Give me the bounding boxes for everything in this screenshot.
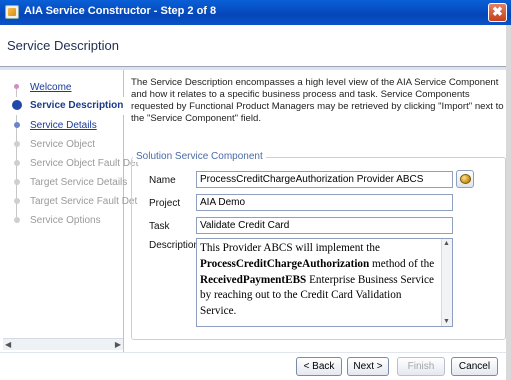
name-field[interactable]: ProcessCreditChargeAuthorization Provide… xyxy=(196,171,453,188)
description-part: This Provider ABCS will implement the xyxy=(200,242,380,254)
scroll-down-icon[interactable]: ▼ xyxy=(443,318,450,325)
finish-button: Finish xyxy=(397,357,445,376)
name-label: Name xyxy=(149,175,176,186)
nav-item-target-service-fault: Target Service Fault Det xyxy=(3,193,137,211)
nav-item-label: Target Service Fault Det xyxy=(30,196,138,207)
nav-horizontal-scrollbar[interactable]: ◀ ▶ xyxy=(3,338,123,350)
nav-item-target-service-details: Target Service Details xyxy=(3,174,128,192)
nav-item-label: Welcome xyxy=(30,82,72,93)
nav-item-label: Service Details xyxy=(30,120,97,131)
description-bold-ebs: ReceivedPaymentEBS xyxy=(200,273,307,286)
nav-item-label: Service Object xyxy=(30,139,96,150)
scroll-right-icon[interactable]: ▶ xyxy=(115,340,121,349)
step-dot-icon xyxy=(14,179,20,185)
task-label: Task xyxy=(149,221,170,232)
nav-item-service-options: Service Options xyxy=(3,212,124,230)
close-button[interactable]: ✖ xyxy=(488,3,507,22)
scroll-up-icon[interactable]: ▲ xyxy=(443,240,450,247)
description-label: Description xyxy=(149,240,200,251)
step-dot-icon xyxy=(14,122,20,128)
current-step-icon xyxy=(12,100,22,110)
import-button[interactable] xyxy=(456,170,474,188)
window-edge xyxy=(506,25,511,380)
nav-item-service-details[interactable]: Service Details xyxy=(3,117,124,135)
project-label: Project xyxy=(149,198,181,209)
scroll-left-icon[interactable]: ◀ xyxy=(5,340,11,349)
next-button[interactable]: Next > xyxy=(347,357,389,376)
window-title: AIA Service Constructor - Step 2 of 8 xyxy=(24,5,217,17)
wizard-step-nav: Welcome Service Description Service Deta… xyxy=(3,70,138,352)
description-textarea[interactable]: This Provider ABCS will implement the Pr… xyxy=(196,238,453,327)
step-dot-icon xyxy=(14,141,20,147)
nav-item-label: Service Options xyxy=(30,215,101,226)
app-icon xyxy=(5,5,19,19)
intro-text: The Service Description encompasses a hi… xyxy=(131,77,504,124)
back-button[interactable]: < Back xyxy=(296,357,342,376)
nav-item-service-object: Service Object xyxy=(3,136,124,154)
description-vertical-scrollbar[interactable]: ▲ ▼ xyxy=(441,239,452,326)
description-bold-method: ProcessCreditChargeAuthorization xyxy=(200,257,370,270)
step-dot-icon xyxy=(14,198,20,204)
task-field[interactable]: Validate Credit Card xyxy=(196,217,453,234)
page-title: Service Description xyxy=(7,38,119,53)
step-dot-icon xyxy=(14,160,20,166)
description-text: This Provider ABCS will implement the Pr… xyxy=(200,241,440,320)
import-service-icon xyxy=(460,174,471,184)
step-dot-icon xyxy=(14,84,19,89)
description-part: method of the xyxy=(369,257,435,270)
nav-item-service-description[interactable]: Service Description xyxy=(3,97,124,115)
nav-item-welcome[interactable]: Welcome xyxy=(3,79,124,97)
title-bar: AIA Service Constructor - Step 2 of 8 ✖ xyxy=(0,0,511,25)
nav-item-label: Service Description xyxy=(30,100,124,111)
nav-item-label: Service Object Fault Det xyxy=(30,158,139,169)
nav-item-label: Target Service Details xyxy=(30,177,128,188)
group-legend: Solution Service Component xyxy=(133,151,266,162)
page-header: Service Description xyxy=(0,25,511,67)
nav-item-service-object-fault: Service Object Fault Det xyxy=(3,155,138,173)
cancel-button[interactable]: Cancel xyxy=(451,357,498,376)
project-field[interactable]: AIA Demo xyxy=(196,194,453,211)
step-dot-icon xyxy=(14,217,20,223)
